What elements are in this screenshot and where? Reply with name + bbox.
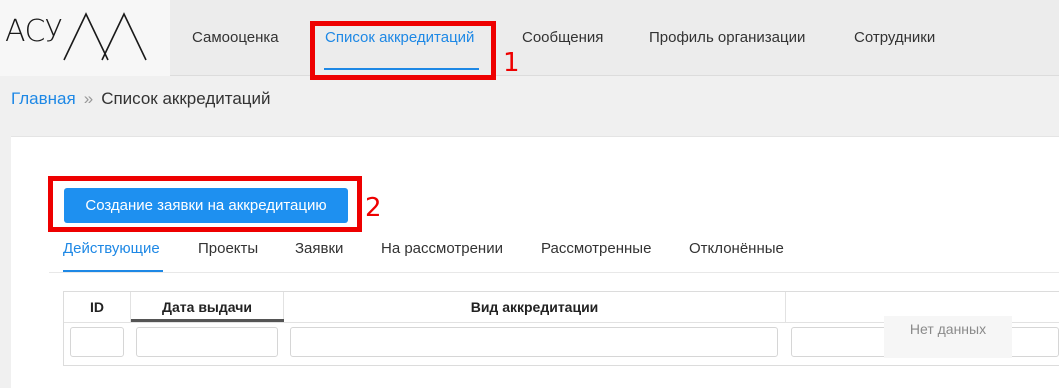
tab-under-review[interactable]: На рассмотрении bbox=[381, 240, 503, 257]
nav-self-assessment[interactable]: Самооценка bbox=[192, 29, 279, 46]
tabs-divider bbox=[49, 272, 1059, 273]
column-header-id[interactable]: ID bbox=[64, 292, 131, 322]
filter-id-input[interactable] bbox=[70, 327, 124, 357]
logo-mark-icon bbox=[63, 12, 147, 61]
tab-active-indicator bbox=[63, 270, 163, 272]
nav-employees[interactable]: Сотрудники bbox=[854, 29, 935, 46]
annotation-number-2: 2 bbox=[365, 193, 382, 223]
breadcrumb: Главная » Список аккредитаций bbox=[11, 89, 271, 109]
column-header-issue-date[interactable]: Дата выдачи bbox=[131, 292, 284, 322]
column-header-accreditation-type[interactable]: Вид аккредитации bbox=[284, 292, 786, 322]
annotation-number-1: 1 bbox=[503, 48, 520, 78]
filter-accreditation-type-input[interactable] bbox=[290, 327, 778, 357]
annotation-box-2 bbox=[48, 176, 362, 232]
breadcrumb-home-link[interactable]: Главная bbox=[11, 89, 76, 108]
nav-messages[interactable]: Сообщения bbox=[522, 29, 603, 46]
breadcrumb-current: Список аккредитаций bbox=[101, 89, 271, 108]
logo-text: АСУ bbox=[5, 14, 63, 49]
tab-projects[interactable]: Проекты bbox=[198, 240, 258, 257]
annotation-box-1 bbox=[310, 21, 496, 80]
nav-organization-profile[interactable]: Профиль организации bbox=[649, 29, 805, 46]
filter-issue-date-input[interactable] bbox=[136, 327, 278, 357]
tab-rejected[interactable]: Отклонённые bbox=[689, 240, 784, 257]
logo[interactable]: АСУ bbox=[0, 0, 170, 76]
breadcrumb-separator: » bbox=[83, 89, 94, 108]
tab-active[interactable]: Действующие bbox=[63, 240, 160, 257]
tab-applications[interactable]: Заявки bbox=[295, 240, 343, 257]
tab-reviewed[interactable]: Рассмотренные bbox=[541, 240, 651, 257]
no-data-message: Нет данных bbox=[884, 316, 1012, 358]
